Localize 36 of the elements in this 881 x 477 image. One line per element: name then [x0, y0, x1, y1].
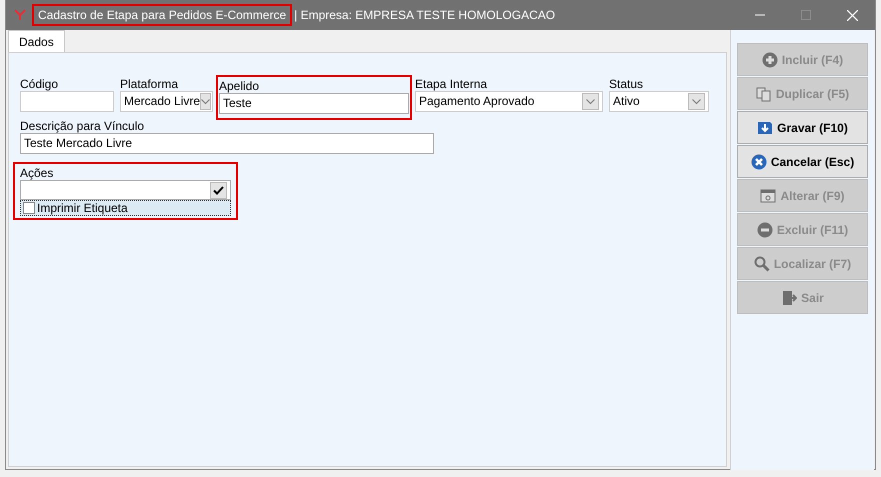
search-icon — [754, 256, 770, 272]
close-circle-icon — [750, 154, 767, 170]
caret-icon — [582, 93, 599, 110]
copy-icon — [756, 86, 772, 102]
dropdown[interactable]: Mercado Livre — [120, 91, 213, 112]
exit-icon — [781, 290, 798, 306]
plus-circle-icon — [762, 52, 778, 68]
check-icon — [210, 182, 227, 198]
field-label: Plataforma — [120, 77, 180, 91]
window-icon — [760, 188, 776, 204]
dropdown[interactable]: Pagamento Aprovado — [415, 91, 603, 112]
input-field[interactable]: Teste — [219, 93, 409, 114]
close-icon — [846, 10, 858, 20]
save-icon — [757, 120, 774, 136]
toolbar-button[interactable]: Cancelar (Esc) — [737, 145, 868, 178]
field-label: Status — [609, 77, 644, 91]
field-label: Etapa Interna — [415, 77, 488, 91]
dropdown[interactable]: Ativo — [609, 91, 709, 112]
field-label: Ações — [20, 166, 54, 180]
checkbox[interactable] — [23, 202, 35, 214]
app-logo-icon — [14, 9, 26, 21]
caret-icon — [200, 93, 212, 110]
input-field[interactable] — [20, 91, 114, 112]
caret-icon — [688, 93, 705, 110]
tab[interactable]: Dados — [8, 30, 65, 52]
minus-circle-icon — [756, 222, 773, 238]
field-label: Descrição para Vínculo — [20, 119, 146, 133]
input-field[interactable]: Teste Mercado Livre — [20, 133, 434, 154]
field-label: Código — [20, 77, 60, 91]
field-label: Apelido — [219, 79, 260, 93]
checkbox-label: Imprimir Etiqueta — [37, 200, 128, 217]
dropdown[interactable] — [20, 180, 231, 200]
window-title: Cadastro de Etapa para Pedidos E-Commerce — [34, 6, 290, 24]
maximize-icon — [801, 10, 811, 20]
company-label: | Empresa: EMPRESA TESTE HOMOLOGACAO — [294, 7, 556, 24]
toolbar-button[interactable]: Gravar (F10) — [737, 111, 868, 144]
